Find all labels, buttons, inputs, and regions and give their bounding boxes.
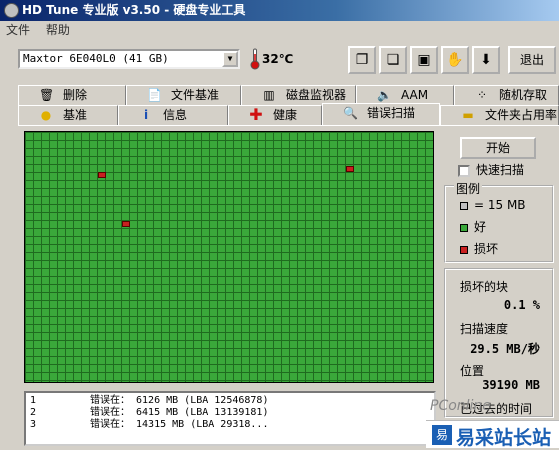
magnifier-icon: 🔍 bbox=[343, 106, 358, 120]
tab-error-scan[interactable]: 🔍 错误扫描 bbox=[322, 103, 440, 125]
bad-block bbox=[122, 221, 130, 227]
start-button[interactable]: 开始 bbox=[460, 137, 536, 159]
scan-speed-label: 扫描速度 bbox=[460, 322, 509, 336]
info-icon: i bbox=[143, 108, 149, 122]
legend-title: 图例 bbox=[454, 180, 483, 197]
window-title: HD Tune 专业版 v3.50 - 硬盘专业工具 bbox=[22, 3, 246, 17]
checkbox-box[interactable] bbox=[458, 164, 470, 177]
damaged-blocks-label: 损坏的块 bbox=[460, 280, 509, 294]
tab-row-bottom: ● 基准 i 信息 ✚ 健康 🔍 错误扫描 ▬ 文件夹占用率 bbox=[18, 103, 559, 125]
legend-swatch-green bbox=[460, 223, 468, 232]
watermark-site-name: 易采站长站 bbox=[456, 427, 552, 449]
watermark: PConline 易 易采站长站 bbox=[410, 392, 559, 450]
legend-good: 好 bbox=[460, 219, 486, 235]
site-logo-icon: 易 bbox=[432, 425, 452, 445]
menu-help[interactable]: 帮助 bbox=[46, 23, 70, 37]
chevron-down-icon[interactable]: ▼ bbox=[222, 51, 238, 67]
position-label: 位置 bbox=[460, 364, 485, 378]
legend-swatch-red bbox=[460, 245, 468, 254]
download-icon: ⬇ bbox=[480, 52, 492, 68]
drive-select[interactable]: Maxtor 6E040L0 (41 GB) ▼ bbox=[18, 49, 240, 69]
quick-scan-checkbox[interactable]: 快速扫描 bbox=[458, 162, 524, 178]
download-button[interactable]: ⬇ bbox=[472, 46, 500, 74]
title-bar: HD Tune 专业版 v3.50 - 硬盘专业工具 bbox=[0, 0, 559, 21]
tab-random-access[interactable]: ⁘ 随机存取 bbox=[454, 85, 559, 105]
random-access-icon: ⁘ bbox=[476, 88, 488, 102]
app-icon bbox=[4, 3, 19, 18]
copy-button[interactable]: ❐ bbox=[348, 46, 376, 74]
benchmark-icon: ● bbox=[40, 108, 52, 122]
toolbar: Maxtor 6E040L0 (41 GB) ▼ 32℃ ❐ ❏ ▣ ✋ ⬇ 退… bbox=[0, 40, 559, 80]
tab-folder-usage[interactable]: ▬ 文件夹占用率 bbox=[440, 105, 559, 125]
watermark-site-badge: 易 易采站长站 bbox=[426, 420, 559, 449]
bad-block bbox=[98, 172, 106, 178]
legend-block-size: = 15 MB bbox=[460, 197, 526, 213]
list-item[interactable]: 3 错误在： 14315 MB (LBA 29318... bbox=[30, 419, 268, 431]
temperature-readout: 32℃ bbox=[262, 52, 294, 66]
tab-delete[interactable]: 🗑 删除 bbox=[18, 85, 126, 105]
options-button[interactable]: ✋ bbox=[441, 46, 469, 74]
menu-bar: 文件 帮助 bbox=[0, 21, 559, 40]
tab-disk-monitor[interactable]: ▥ 磁盘监视器 bbox=[241, 85, 356, 105]
damaged-blocks-value: 0.1 % bbox=[503, 298, 540, 312]
watermark-brand: PConline bbox=[430, 398, 491, 414]
options-icon: ✋ bbox=[446, 52, 464, 68]
health-cross-icon: ✚ bbox=[249, 105, 263, 124]
legend-group: 图例 = 15 MB 好 损坏 bbox=[444, 180, 554, 263]
copy-all-button[interactable]: ❏ bbox=[379, 46, 407, 74]
save-icon: ▣ bbox=[417, 52, 431, 68]
copy-all-icon: ❏ bbox=[386, 52, 400, 68]
folder-icon: ▬ bbox=[462, 108, 474, 122]
tab-benchmark[interactable]: ● 基准 bbox=[18, 105, 118, 125]
tab-health[interactable]: ✚ 健康 bbox=[228, 105, 322, 125]
exit-button[interactable]: 退出 bbox=[508, 46, 556, 74]
monitor-chart-icon: ▥ bbox=[263, 88, 275, 102]
list-item[interactable]: 2 错误在： 6415 MB (LBA 13139181) bbox=[30, 407, 268, 419]
bad-block bbox=[346, 166, 354, 172]
copy-icon: ❐ bbox=[355, 52, 369, 68]
error-log-list[interactable]: 1 错误在： 6126 MB (LBA 12546878) 2 错误在： 6415 … bbox=[24, 391, 436, 446]
list-item[interactable]: 1 错误在： 6126 MB (LBA 12546878) bbox=[30, 395, 268, 407]
save-button[interactable]: ▣ bbox=[410, 46, 438, 74]
speaker-icon: 🔈 bbox=[377, 88, 392, 102]
legend-swatch-gray bbox=[460, 201, 468, 210]
tab-row-top: 🗑 删除 📄 文件基准 ▥ 磁盘监视器 🔈 AAM ⁘ 随机存取 bbox=[18, 85, 559, 105]
menu-file[interactable]: 文件 bbox=[6, 23, 30, 37]
scan-speed-value: 29.5 MB/秒 bbox=[470, 342, 540, 356]
tab-info[interactable]: i 信息 bbox=[118, 105, 228, 125]
block-map bbox=[24, 131, 434, 383]
position-value: 39190 MB bbox=[482, 378, 540, 392]
quick-scan-label: 快速扫描 bbox=[476, 163, 525, 177]
thermometer-icon bbox=[250, 48, 260, 70]
file-benchmark-icon: 📄 bbox=[147, 88, 162, 102]
drive-select-value: Maxtor 6E040L0 (41 GB) bbox=[23, 52, 169, 65]
trash-icon: 🗑 bbox=[39, 88, 55, 102]
tab-aam[interactable]: 🔈 AAM bbox=[356, 85, 454, 105]
legend-damaged: 损坏 bbox=[460, 241, 498, 257]
tab-file-benchmark[interactable]: 📄 文件基准 bbox=[126, 85, 241, 105]
